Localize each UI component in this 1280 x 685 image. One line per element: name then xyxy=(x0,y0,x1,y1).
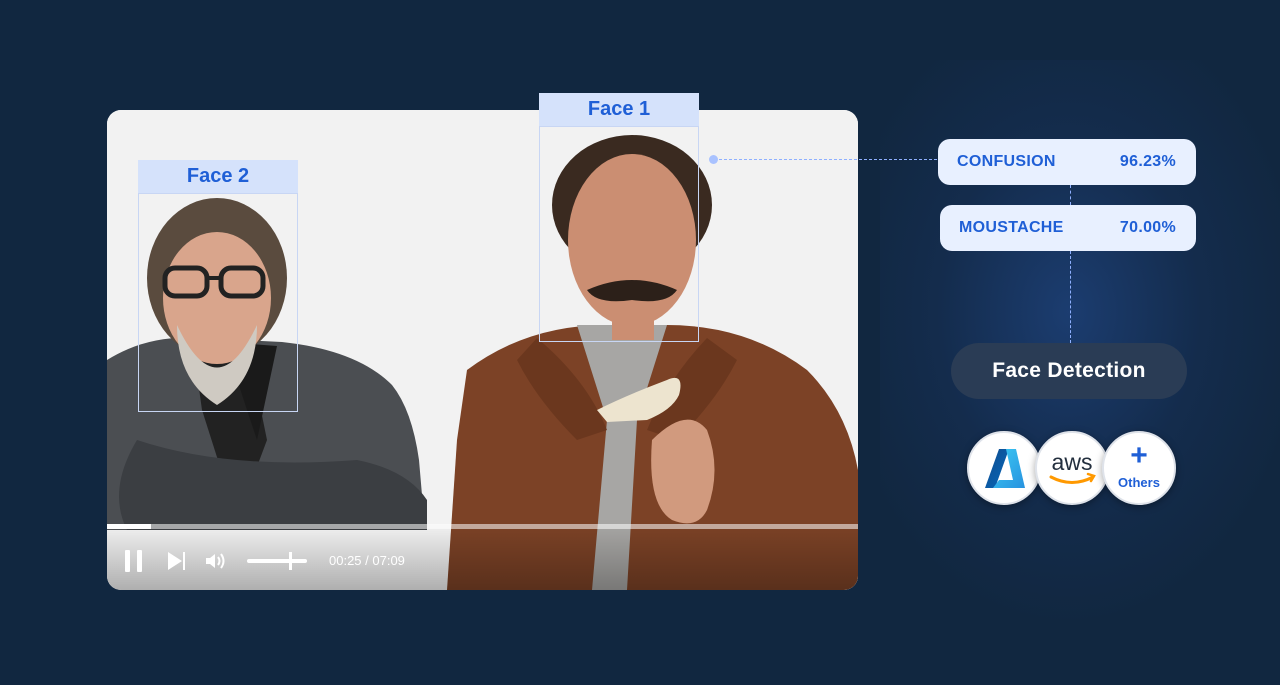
connector-line xyxy=(719,159,937,160)
volume-icon xyxy=(206,553,225,569)
provider-others[interactable]: + Others xyxy=(1102,431,1176,505)
provider-aws[interactable]: aws xyxy=(1035,431,1109,505)
play-icon xyxy=(168,552,185,570)
aws-logo-icon xyxy=(1049,472,1096,484)
face-1-label: Face 1 xyxy=(539,93,699,126)
attribute-name: CONFUSION xyxy=(957,153,1056,170)
attribute-value: 96.23% xyxy=(1119,153,1176,170)
face-2-box xyxy=(138,193,298,412)
face-2-label: Face 2 xyxy=(138,160,298,193)
volume-button[interactable] xyxy=(204,551,228,571)
connector-line-vertical xyxy=(1070,185,1071,205)
connector-line-vertical xyxy=(1070,251,1071,343)
volume-slider[interactable] xyxy=(247,552,307,570)
progress-bar[interactable] xyxy=(107,524,858,529)
connector-dot xyxy=(709,155,718,164)
plus-icon: + xyxy=(1130,439,1148,472)
azure-logo-icon xyxy=(985,449,1025,488)
attribute-pill-moustache: MOUSTACHE 70.00% xyxy=(940,205,1196,251)
attribute-value: 70.00% xyxy=(1119,219,1176,236)
attribute-name: MOUSTACHE xyxy=(959,219,1064,236)
face-1-box xyxy=(539,126,699,342)
volume-slider-handle[interactable] xyxy=(288,552,292,570)
face-detection-button[interactable]: Face Detection xyxy=(951,343,1187,399)
pause-icon-bar xyxy=(137,550,142,572)
play-button[interactable] xyxy=(165,550,187,572)
provider-azure[interactable] xyxy=(967,431,1041,505)
time-display: 00:25 / 07:09 xyxy=(329,553,405,568)
pause-button[interactable] xyxy=(125,550,143,572)
pause-icon-bar xyxy=(125,550,130,572)
others-label: Others xyxy=(1118,475,1160,490)
attribute-pill-confusion: CONFUSION 96.23% xyxy=(938,139,1196,185)
progress-fill xyxy=(107,524,151,529)
